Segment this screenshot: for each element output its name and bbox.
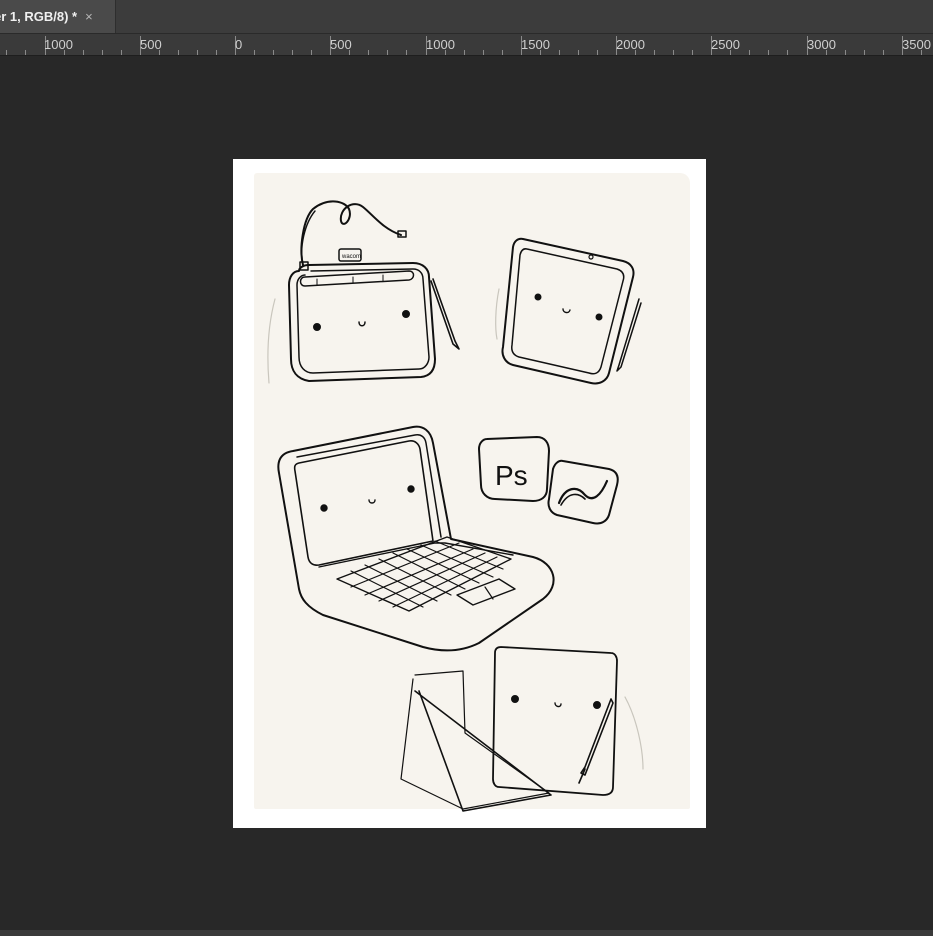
ruler-label: 1000 bbox=[426, 37, 455, 52]
ruler-label: 1500 bbox=[521, 37, 550, 52]
close-icon[interactable]: × bbox=[85, 9, 93, 24]
photoshop-icon: Ps bbox=[478, 436, 550, 502]
ruler-label: 2000 bbox=[616, 37, 645, 52]
canvas-workspace[interactable]: wacom Ps bbox=[0, 56, 933, 930]
ruler-label: 2500 bbox=[711, 37, 740, 52]
ruler-label: 3000 bbox=[807, 37, 836, 52]
ink-drawing: wacom Ps bbox=[267, 200, 644, 812]
drawing-tablet-illustration: wacom bbox=[288, 200, 460, 382]
notebook-illustration bbox=[400, 646, 618, 812]
tablet-device-illustration bbox=[501, 237, 642, 385]
drawing-app-icon bbox=[547, 459, 619, 525]
ps-icon-label: Ps bbox=[495, 460, 528, 491]
ruler-label: 500 bbox=[330, 37, 352, 52]
tablet-brand-text: wacom bbox=[341, 254, 361, 260]
document-canvas[interactable]: wacom Ps bbox=[233, 159, 706, 828]
ruler-label: 3500 bbox=[902, 37, 931, 52]
horizontal-ruler[interactable]: 1000 500 0 500 1000 1500 2000 2500 3000 … bbox=[0, 34, 933, 56]
ruler-label: 500 bbox=[140, 37, 162, 52]
ruler-label: 1000 bbox=[44, 37, 73, 52]
document-tab[interactable]: er 1, RGB/8) * × bbox=[0, 0, 116, 33]
status-bar bbox=[0, 930, 933, 936]
faint-sketch-lines bbox=[267, 288, 644, 770]
document-tab-bar: er 1, RGB/8) * × bbox=[0, 0, 933, 34]
ruler-label: 0 bbox=[235, 37, 243, 52]
document-tab-title: er 1, RGB/8) * bbox=[0, 9, 78, 24]
